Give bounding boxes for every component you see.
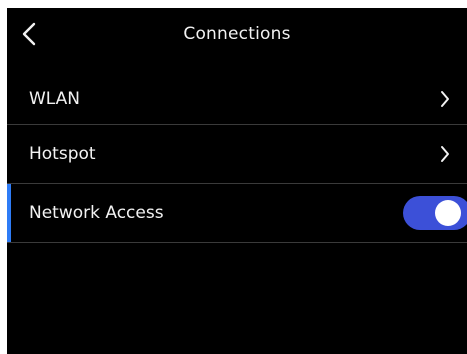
connections-list: WLAN Hotspot Network Access — [7, 74, 467, 243]
toggle-knob — [435, 200, 461, 226]
settings-screen: Connections WLAN Hotspot Network Access — [7, 8, 467, 354]
chevron-right-icon — [437, 89, 453, 109]
wlan-row[interactable]: WLAN — [7, 74, 467, 125]
hotspot-label: Hotspot — [29, 144, 96, 164]
chevron-right-icon — [437, 144, 453, 164]
network-access-toggle[interactable] — [403, 196, 467, 230]
wlan-label: WLAN — [29, 89, 81, 109]
network-access-label: Network Access — [29, 203, 164, 223]
selected-row-indicator — [7, 184, 11, 242]
page-title: Connections — [183, 24, 291, 44]
hotspot-row[interactable]: Hotspot — [7, 125, 467, 184]
header: Connections — [7, 8, 467, 58]
network-access-row[interactable]: Network Access — [7, 184, 467, 243]
